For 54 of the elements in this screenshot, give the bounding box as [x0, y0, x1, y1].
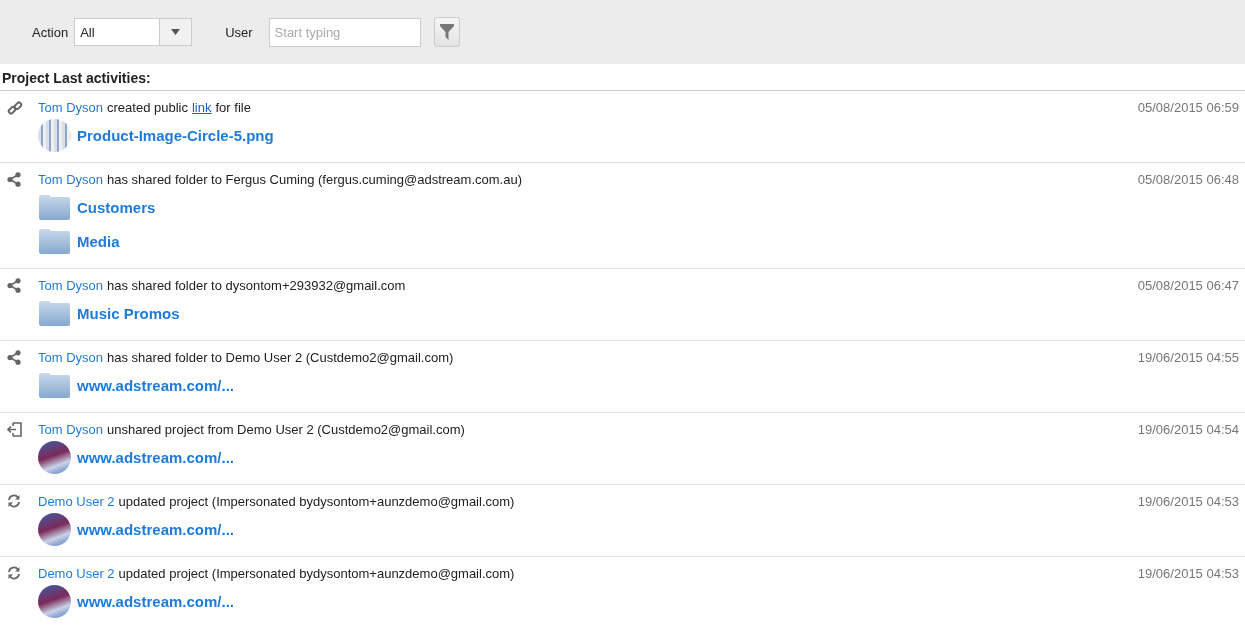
activity-text: has shared folder to Demo User 2 (Custdemo2@gmail.com) — [107, 350, 454, 367]
item-link[interactable]: www.adstream.com/... — [77, 520, 234, 538]
activity-text: created public — [107, 100, 188, 117]
action-label: Action — [32, 24, 69, 40]
user-label: User — [225, 24, 253, 40]
folder-icon — [38, 228, 71, 254]
filter-button[interactable] — [433, 17, 460, 47]
activity-text: has shared folder to dysontom+293932@gmail.com — [107, 278, 406, 295]
user-link[interactable]: Tom Dyson — [38, 172, 104, 190]
folder-icon — [38, 372, 71, 398]
activity-text: updated project (Impersonated bydysontom+aunzdemo@gmail.com) — [118, 566, 515, 583]
item-link[interactable]: Media — [77, 232, 120, 250]
user-link[interactable]: Tom Dyson — [38, 422, 104, 440]
activity-text: has shared folder to Fergus Cuming (fergus.cuming@adstream.com.au) — [107, 172, 522, 189]
activity-text: for file — [215, 100, 251, 117]
item-link[interactable]: www.adstream.com/... — [77, 448, 234, 466]
public-link[interactable]: link — [192, 100, 212, 118]
item-link[interactable]: Music Promos — [77, 304, 180, 322]
caret-icon — [171, 29, 181, 35]
chain-link-icon — [7, 100, 23, 116]
activity-text: unshared project from Demo User 2 (Custdemo2@gmail.com) — [107, 422, 465, 439]
item-link[interactable]: www.adstream.com/... — [77, 592, 234, 610]
activity-text: updated project (Impersonated bydysontom+aunzdemo@gmail.com) — [118, 494, 515, 511]
share-icon — [7, 172, 21, 187]
project-thumbnail — [38, 512, 71, 546]
exit-icon — [7, 422, 22, 437]
refresh-icon — [7, 494, 21, 508]
share-icon — [7, 278, 21, 293]
funnel-icon — [439, 24, 454, 40]
user-link[interactable]: Tom Dyson — [38, 100, 104, 118]
action-dropdown[interactable]: All — [74, 18, 193, 46]
timestamp: 05/08/2015 06:48 — [1137, 172, 1239, 189]
timestamp: 05/08/2015 06:47 — [1137, 278, 1239, 295]
share-icon — [7, 350, 21, 365]
section-title: Project Last activities: — [0, 64, 1245, 91]
timestamp: 19/06/2015 04:54 — [1137, 422, 1239, 439]
project-thumbnail — [38, 440, 71, 474]
refresh-icon — [7, 566, 21, 580]
user-link[interactable]: Tom Dyson — [38, 278, 104, 296]
project-thumbnail — [38, 584, 71, 618]
folder-icon — [38, 300, 71, 326]
file-thumbnail — [38, 118, 71, 152]
timestamp: 05/08/2015 06:59 — [1137, 100, 1239, 117]
item-link[interactable]: Product-Image-Circle-5.png — [77, 126, 274, 144]
timestamp: 19/06/2015 04:53 — [1137, 566, 1239, 583]
item-link[interactable]: www.adstream.com/... — [77, 376, 234, 394]
user-link[interactable]: Tom Dyson — [38, 350, 104, 368]
timestamp: 19/06/2015 04:53 — [1137, 494, 1239, 511]
item-link[interactable]: Customers — [77, 198, 156, 216]
user-search-field[interactable]: Start typing — [268, 17, 421, 47]
user-link[interactable]: Demo User 2 — [38, 494, 115, 512]
user-link[interactable]: Demo User 2 — [38, 566, 115, 584]
folder-icon — [38, 194, 71, 220]
timestamp: 19/06/2015 04:55 — [1137, 350, 1239, 367]
